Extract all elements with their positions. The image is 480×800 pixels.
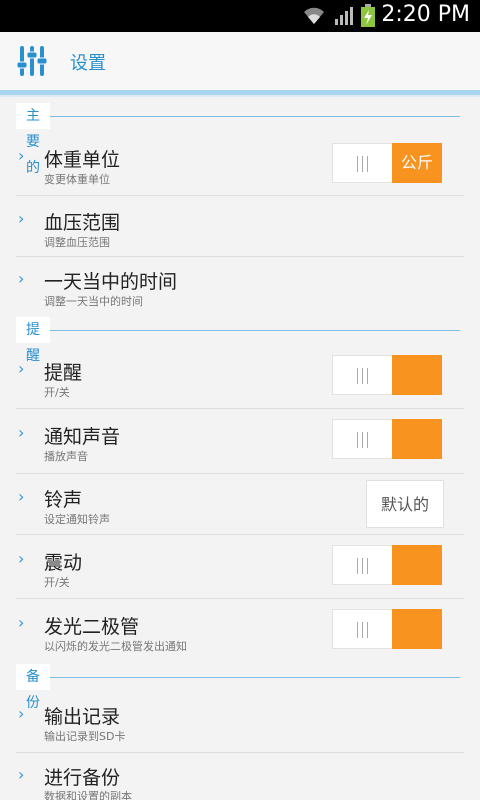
section-label: 主要的 [16, 103, 50, 176]
section-rule [16, 116, 460, 117]
toggle-on-side [392, 355, 442, 395]
toggle-on-side [392, 545, 442, 585]
app-bar-shadow [0, 95, 480, 97]
status-time: 2:20 PM [381, 2, 470, 27]
page-title: 设置 [70, 53, 106, 74]
toggle-off-side [332, 609, 392, 649]
setting-subtitle: 播放声音 [44, 450, 88, 463]
toggle-on-side: 公斤 [392, 143, 442, 183]
grip-icon [355, 156, 371, 172]
chevron-right-icon: › [18, 146, 25, 165]
setting-subtitle: 开/关 [44, 576, 70, 589]
chevron-right-icon: › [18, 269, 25, 288]
toggle-on-side [392, 609, 442, 649]
toggle-off-side [332, 143, 392, 183]
setting-subtitle: 调整血压范围 [44, 236, 110, 249]
led-toggle[interactable] [332, 609, 442, 649]
signal-icon [335, 7, 353, 25]
setting-export-records[interactable]: › 输出记录 输出记录到SD卡 [0, 692, 480, 752]
setting-subtitle: 开/关 [44, 386, 70, 399]
vibrate-toggle[interactable] [332, 545, 442, 585]
section-rule [16, 330, 460, 331]
chevron-right-icon: › [18, 613, 25, 632]
setting-reminder[interactable]: › 提醒 开/关 [0, 345, 480, 407]
status-bar: 2:20 PM [0, 0, 480, 32]
chevron-right-icon: › [18, 423, 25, 442]
setting-weight-unit[interactable]: › 体重单位 变更体重单位 公斤 [0, 133, 480, 195]
setting-subtitle: 设定通知铃声 [44, 513, 110, 526]
setting-bp-range[interactable]: › 血压范围 调整血压范围 [0, 196, 480, 256]
chevron-right-icon: › [18, 209, 25, 228]
battery-charging-icon [361, 4, 375, 27]
toggle-off-side [332, 355, 392, 395]
setting-subtitle: 数据和设置的副本 [44, 790, 132, 800]
section-rule [16, 677, 460, 678]
grip-icon [355, 432, 371, 448]
chevron-right-icon: › [18, 359, 25, 378]
setting-title: 发光二极管 [44, 616, 140, 638]
chevron-right-icon: › [18, 765, 25, 784]
app-bar: 设置 [0, 32, 480, 90]
setting-title: 提醒 [44, 362, 83, 384]
reminder-toggle[interactable] [332, 355, 442, 395]
setting-subtitle: 以闪烁的发光二极管发出通知 [44, 640, 187, 653]
toggle-off-side [332, 419, 392, 459]
chevron-right-icon: › [18, 549, 25, 568]
setting-title: 进行备份 [44, 767, 121, 789]
wifi-icon [304, 7, 324, 25]
setting-time-of-day[interactable]: › 一天当中的时间 调整一天当中的时间 [0, 257, 480, 315]
grip-icon [355, 558, 371, 574]
setting-subtitle: 输出记录到SD卡 [44, 730, 126, 743]
notification-sound-toggle[interactable] [332, 419, 442, 459]
setting-title: 通知声音 [44, 426, 121, 448]
toggle-off-side [332, 545, 392, 585]
chevron-right-icon: › [18, 487, 25, 506]
setting-title: 震动 [44, 552, 83, 574]
grip-icon [355, 622, 371, 638]
setting-title: 血压范围 [44, 212, 121, 234]
chevron-right-icon: › [18, 704, 25, 723]
ringtone-default-button[interactable]: 默认的 [366, 480, 444, 528]
settings-sliders-icon[interactable] [16, 44, 48, 78]
grip-icon [355, 368, 371, 384]
setting-title: 输出记录 [44, 706, 121, 728]
setting-ringtone[interactable]: › 铃声 设定通知铃声 默认的 [0, 474, 480, 534]
weight-unit-toggle[interactable]: 公斤 [332, 143, 442, 183]
setting-title: 一天当中的时间 [44, 271, 178, 293]
toggle-on-side [392, 419, 442, 459]
section-label: 提醒 [16, 317, 50, 364]
section-label: 备份 [16, 664, 50, 711]
setting-led[interactable]: › 发光二极管 以闪烁的发光二极管发出通知 [0, 599, 480, 661]
setting-title: 体重单位 [44, 149, 121, 171]
setting-title: 铃声 [44, 489, 83, 511]
setting-subtitle: 调整一天当中的时间 [44, 295, 143, 308]
setting-vibrate[interactable]: › 震动 开/关 [0, 535, 480, 598]
setting-backup[interactable]: › 进行备份 数据和设置的副本 [0, 753, 480, 800]
setting-subtitle: 变更体重单位 [44, 173, 110, 186]
setting-notification-sound[interactable]: › 通知声音 播放声音 [0, 409, 480, 473]
